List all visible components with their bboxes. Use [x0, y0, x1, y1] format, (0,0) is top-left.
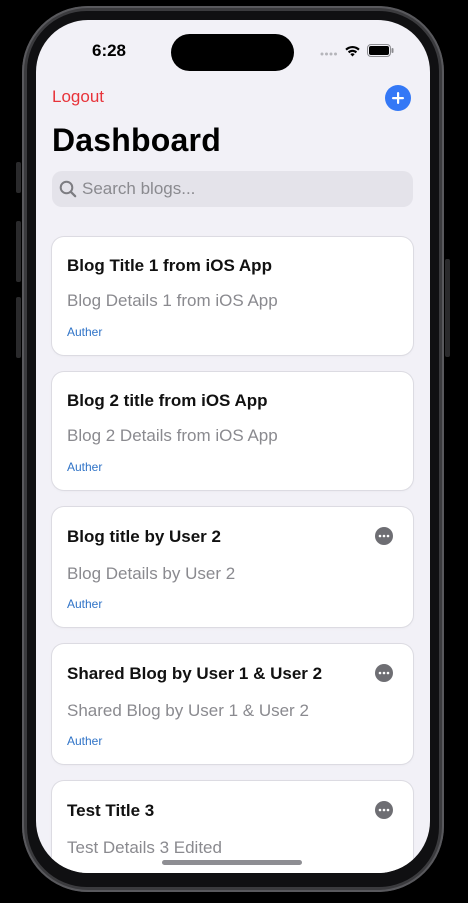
blog-card[interactable]: Blog title by User 2 Blog Details by Use… [52, 507, 413, 627]
add-blog-button[interactable] [385, 85, 411, 111]
blog-card[interactable]: Blog 2 title from iOS App Blog 2 Details… [52, 372, 413, 490]
status-time: 6:28 [91, 41, 127, 60]
blog-details: Test Details 3 Edited [67, 838, 222, 857]
app-screen: 6:28 Logout Dashboard Search blogs... Bl… [36, 20, 430, 873]
page-title: Dashboard [52, 122, 221, 158]
blog-title: Test Title 3 [67, 801, 155, 820]
battery-icon [367, 44, 394, 62]
blog-title: Blog title by User 2 [67, 527, 221, 546]
volume-down-button [16, 297, 21, 358]
blog-details: Shared Blog by User 1 & User 2 [67, 701, 309, 720]
blog-details: Blog Details 1 from iOS App [67, 291, 278, 310]
status-icons [320, 44, 394, 62]
blog-author: Auther [67, 597, 103, 611]
blog-title: Blog Title 1 from iOS App [67, 256, 272, 275]
blog-card[interactable]: Shared Blog by User 1 & User 2 Shared Bl… [52, 644, 413, 764]
dynamic-island [171, 34, 294, 71]
blog-author: Auther [67, 325, 103, 339]
ellipsis-circle-icon[interactable] [375, 527, 393, 545]
blog-details: Blog 2 Details from iOS App [67, 426, 278, 445]
volume-up-button [16, 221, 21, 282]
action-button [16, 162, 21, 193]
blog-title: Blog 2 title from iOS App [67, 391, 268, 410]
blog-author: Auther [67, 460, 103, 474]
blog-author: Auther [67, 734, 103, 748]
blog-details: Blog Details by User 2 [67, 564, 236, 583]
wifi-icon [344, 44, 361, 62]
search-bar[interactable] [52, 171, 413, 207]
blog-card[interactable]: Blog Title 1 from iOS App Blog Details 1… [52, 237, 413, 355]
power-button [445, 259, 450, 357]
home-indicator[interactable] [162, 860, 302, 865]
search-input[interactable] [82, 179, 402, 199]
logout-button[interactable]: Logout [52, 87, 104, 107]
magnifying-glass-icon [59, 180, 77, 198]
blog-title: Shared Blog by User 1 & User 2 [67, 664, 323, 683]
cellular-signal-icon [320, 44, 338, 62]
plus-circle-icon [392, 92, 404, 104]
ellipsis-circle-icon[interactable] [375, 801, 393, 819]
ellipsis-circle-icon[interactable] [375, 664, 393, 682]
